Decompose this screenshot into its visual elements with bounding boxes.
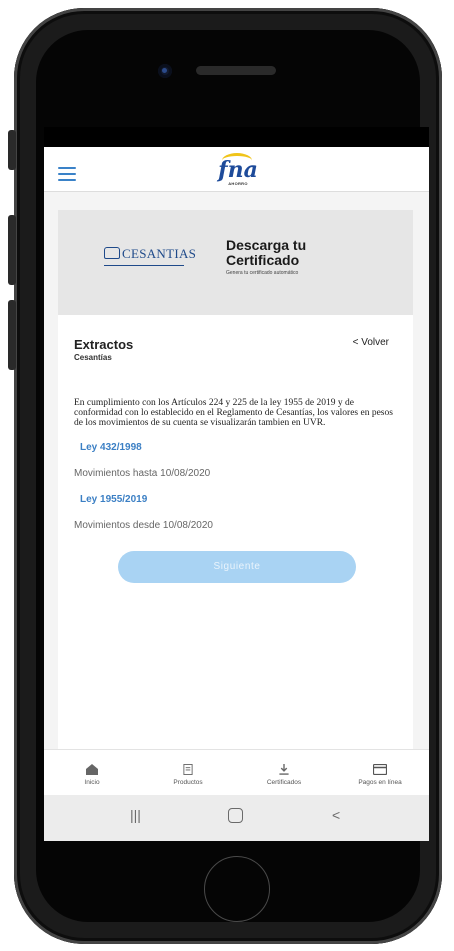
- ley-1955-link[interactable]: Ley 1955/2019: [80, 494, 147, 505]
- status-bar: [44, 127, 429, 147]
- next-button[interactable]: Siguiente: [118, 551, 356, 583]
- cesantias-logo: CESANTIAS: [104, 246, 196, 262]
- earpiece-speaker: [196, 66, 276, 75]
- home-icon: [86, 764, 98, 775]
- ley-1955-description: Movimientos desde 10/08/2020: [74, 520, 213, 531]
- app-screen: fna AHORRO CESANTIAS Descarga tu Certifi…: [44, 127, 429, 841]
- tab-certificados[interactable]: Certificados: [236, 750, 332, 796]
- menu-icon[interactable]: [58, 167, 76, 185]
- document-icon: [183, 764, 193, 775]
- download-icon: [279, 764, 289, 775]
- tab-pagos[interactable]: Pagos en línea: [332, 750, 428, 796]
- bottom-tab-bar: Inicio Productos Certificados Pagos en l…: [44, 749, 429, 796]
- legal-notice-text: En cumplimiento con los Artículos 224 y …: [74, 398, 393, 428]
- front-camera: [158, 64, 172, 78]
- back-nav-button[interactable]: <: [332, 807, 340, 823]
- volume-down-button: [8, 300, 16, 370]
- mute-switch: [8, 130, 16, 170]
- recents-button[interactable]: |||: [130, 807, 141, 823]
- back-link[interactable]: < Volver: [353, 337, 389, 348]
- physical-home-button: [204, 856, 270, 922]
- ley-432-description: Movimientos hasta 10/08/2020: [74, 468, 211, 479]
- banner-subtitle: Genera tu certificado automático: [226, 270, 299, 276]
- piggy-bank-icon: [104, 247, 120, 259]
- system-nav-bar: ||| <: [44, 795, 429, 841]
- certificate-banner: CESANTIAS Descarga tu Certificado Genera…: [58, 210, 413, 315]
- volume-up-button: [8, 215, 16, 285]
- ley-432-link[interactable]: Ley 432/1998: [80, 442, 142, 453]
- home-nav-button[interactable]: [228, 808, 243, 823]
- fna-logo: fna AHORRO: [218, 153, 258, 187]
- extractos-card: Extractos Cesantías < Volver En cumplimi…: [58, 315, 413, 755]
- tab-productos[interactable]: Productos: [140, 750, 236, 796]
- banner-title: Descarga tu Certificado: [226, 237, 307, 268]
- page-title: Extractos: [74, 337, 134, 352]
- page-subtitle: Cesantías: [74, 353, 112, 362]
- card-icon: [373, 764, 387, 775]
- tab-inicio[interactable]: Inicio: [44, 750, 140, 796]
- app-header: fna AHORRO: [44, 147, 429, 192]
